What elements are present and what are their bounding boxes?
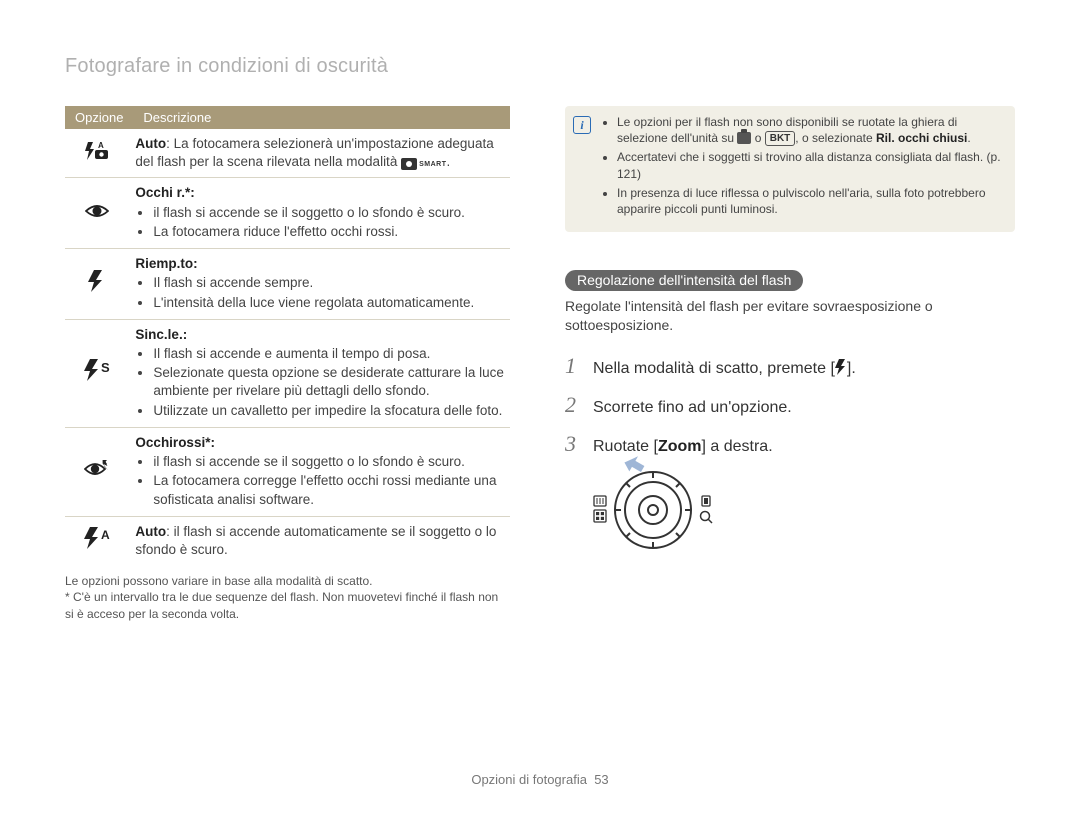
table-row: Occhirossi*: il flash si accende se il s… (65, 427, 510, 516)
option-bullet: Il flash si accende e aumenta il tempo d… (153, 345, 504, 363)
table-row: A Auto: il flash si accende automaticame… (65, 516, 510, 565)
info-icon: i (573, 116, 591, 134)
flash-button-icon (835, 359, 847, 382)
step-item: Nella modalità di scatto, premete [ ]. (565, 351, 1015, 382)
option-title: Auto (135, 524, 166, 539)
flash-fill-icon (88, 270, 106, 298)
table-row: A Auto: La fotocamera selezionerà un'imp… (65, 129, 510, 178)
bkt-badge: BKT (765, 131, 796, 146)
page-footer: Opzioni di fotografia 53 (0, 772, 1080, 787)
table-row: Riemp.to: Il flash si accende sempre. L'… (65, 249, 510, 320)
svg-text:A: A (98, 141, 104, 150)
col-header-option: Opzione (65, 106, 133, 129)
step-item: Scorrete fino ad un'opzione. (565, 390, 1015, 421)
option-bullet: L'intensità della luce viene regolata au… (153, 294, 504, 312)
svg-text:S: S (101, 360, 110, 375)
wide-side-icons (593, 494, 607, 526)
footnotes: Le opzioni possono variare in base alla … (65, 573, 510, 622)
footnote-line: Le opzioni possono variare in base alla … (65, 573, 510, 589)
steps-list: Nella modalità di scatto, premete [ ]. S… (565, 351, 1015, 460)
option-bullet: il flash si accende se il soggetto o lo … (153, 453, 504, 471)
dial-icon (611, 468, 695, 552)
footnote-line: * C'è un intervallo tra le due sequenze … (65, 589, 510, 621)
note-bullet: In presenza di luce riflessa o pulviscol… (617, 185, 1003, 217)
flash-auto-smart-icon: A (85, 140, 109, 166)
smart-mode-icon: SMART (401, 158, 446, 170)
option-bullet: Utilizzate un cavalletto per impedire la… (153, 402, 504, 420)
option-title: Auto (135, 136, 166, 151)
option-bullet: Selezionate questa opzione se desiderate… (153, 364, 504, 400)
continuous-mode-icon (737, 132, 751, 144)
table-row: S Sinc.le.: Il flash si accende e aument… (65, 319, 510, 427)
svg-text:A: A (101, 528, 110, 542)
tele-side-icons (699, 494, 713, 526)
option-bullet: Il flash si accende sempre. (153, 274, 504, 292)
option-bullet: La fotocamera corregge l'effetto occhi r… (153, 472, 504, 508)
options-table-container: Opzione Descrizione A (65, 106, 510, 622)
table-row: Occhi r.*: il flash si accende se il sog… (65, 178, 510, 249)
page-title: Fotografare in condizioni di oscurità (65, 55, 1015, 78)
option-title: Occhi r.*: (135, 185, 194, 200)
col-header-description: Descrizione (133, 106, 510, 129)
flash-options-table: Opzione Descrizione A (65, 106, 510, 565)
flash-auto-icon: A (84, 527, 110, 555)
section-heading: Regolazione dell'intensità del flash (565, 270, 803, 291)
option-title: Riemp.to: (135, 256, 197, 271)
info-note-box: i Le opzioni per il flash non sono dispo… (565, 106, 1015, 232)
option-title: Occhirossi*: (135, 435, 215, 450)
red-eye-fix-icon (84, 460, 110, 484)
option-bullet: La fotocamera riduce l'effetto occhi ros… (153, 223, 504, 241)
flash-slow-sync-icon: S (84, 359, 110, 387)
option-bullet: il flash si accende se il soggetto o lo … (153, 204, 504, 222)
note-bullet: Le opzioni per il flash non sono disponi… (617, 114, 1003, 146)
option-desc: : il flash si accende automaticamente se… (135, 524, 496, 557)
zoom-dial-diagram (593, 468, 1015, 552)
option-title: Sinc.le.: (135, 327, 187, 342)
red-eye-icon (85, 201, 109, 225)
note-bullet: Accertatevi che i soggetti si trovino al… (617, 149, 1003, 181)
section-intro: Regolate l'intensità del flash per evita… (565, 297, 1015, 335)
